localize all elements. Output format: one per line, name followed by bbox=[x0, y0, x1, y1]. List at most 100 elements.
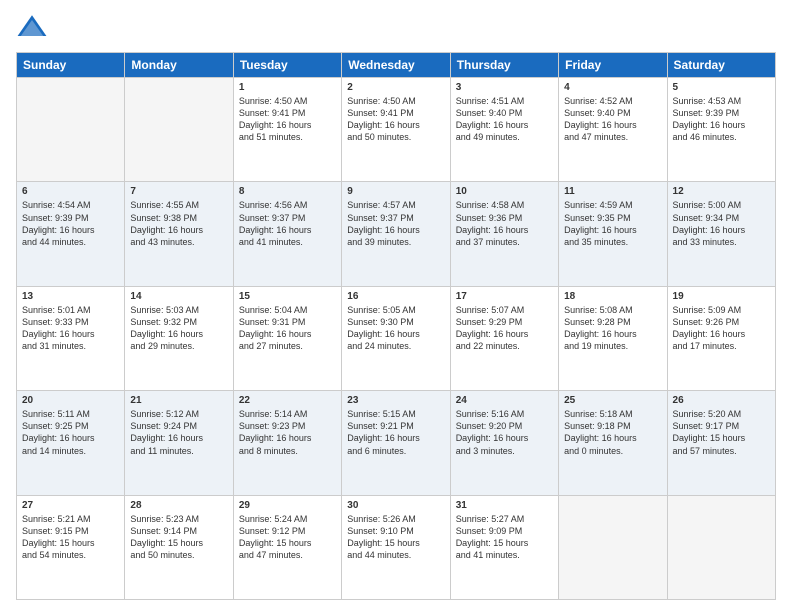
day-info: Sunrise: 5:21 AM Sunset: 9:15 PM Dayligh… bbox=[22, 514, 95, 560]
calendar-cell: 19 Sunrise: 5:09 AM Sunset: 9:26 PM Dayli… bbox=[667, 286, 775, 390]
calendar-week-row: 20 Sunrise: 5:11 AM Sunset: 9:25 PM Dayli… bbox=[17, 391, 776, 495]
calendar-cell: 1 Sunrise: 4:50 AM Sunset: 9:41 PM Daylig… bbox=[233, 78, 341, 182]
calendar-body: 1 Sunrise: 4:50 AM Sunset: 9:41 PM Daylig… bbox=[17, 78, 776, 600]
calendar-cell: 26Sunrise: 5:20 AM Sunset: 9:17 PM Dayli… bbox=[667, 391, 775, 495]
day-info: Sunrise: 5:16 AM Sunset: 9:20 PM Dayligh… bbox=[456, 409, 529, 455]
calendar-week-row: 27 Sunrise: 5:21 AM Sunset: 9:15 PM Dayli… bbox=[17, 495, 776, 599]
day-info: Sunrise: 4:50 AM Sunset: 9:41 PM Dayligh… bbox=[239, 96, 312, 142]
day-number: 20 bbox=[22, 395, 119, 406]
day-info: Sunrise: 5:05 AM Sunset: 9:30 PM Dayligh… bbox=[347, 305, 420, 351]
day-number: 28 bbox=[130, 500, 227, 511]
day-number: 11 bbox=[564, 186, 661, 197]
calendar-cell: 22Sunrise: 5:14 AM Sunset: 9:23 PM Dayli… bbox=[233, 391, 341, 495]
day-number: 3 bbox=[456, 82, 553, 93]
day-info: Sunrise: 5:24 AM Sunset: 9:12 PM Dayligh… bbox=[239, 514, 312, 560]
calendar-cell: 23Sunrise: 5:15 AM Sunset: 9:21 PM Dayli… bbox=[342, 391, 450, 495]
day-info: Sunrise: 5:08 AM Sunset: 9:28 PM Dayligh… bbox=[564, 305, 637, 351]
calendar: SundayMondayTuesdayWednesdayThursdayFrid… bbox=[16, 52, 776, 600]
calendar-cell: 9 Sunrise: 4:57 AM Sunset: 9:37 PM Daylig… bbox=[342, 182, 450, 286]
day-number: 1 bbox=[239, 82, 336, 93]
weekday-header: Saturday bbox=[667, 53, 775, 78]
logo-area bbox=[16, 12, 54, 44]
day-info: Sunrise: 5:01 AM Sunset: 9:33 PM Dayligh… bbox=[22, 305, 95, 351]
day-info: Sunrise: 4:56 AM Sunset: 9:37 PM Dayligh… bbox=[239, 200, 312, 246]
day-info: Sunrise: 5:00 AM Sunset: 9:34 PM Dayligh… bbox=[673, 200, 746, 246]
day-number: 31 bbox=[456, 500, 553, 511]
day-info: Sunrise: 4:59 AM Sunset: 9:35 PM Dayligh… bbox=[564, 200, 637, 246]
page: SundayMondayTuesdayWednesdayThursdayFrid… bbox=[0, 0, 792, 612]
calendar-cell bbox=[125, 78, 233, 182]
calendar-cell: 20 Sunrise: 5:11 AM Sunset: 9:25 PM Dayli… bbox=[17, 391, 125, 495]
day-number: 13 bbox=[22, 291, 119, 302]
day-info: Sunrise: 5:03 AM Sunset: 9:32 PM Dayligh… bbox=[130, 305, 203, 351]
weekday-header: Thursday bbox=[450, 53, 558, 78]
weekday-header: Sunday bbox=[17, 53, 125, 78]
calendar-cell: 18 Sunrise: 5:08 AM Sunset: 9:28 PM Dayli… bbox=[559, 286, 667, 390]
calendar-cell: 25 Sunrise: 5:18 AM Sunset: 9:18 PM Dayli… bbox=[559, 391, 667, 495]
day-info: Sunrise: 5:04 AM Sunset: 9:31 PM Dayligh… bbox=[239, 305, 312, 351]
day-number: 21 bbox=[130, 395, 227, 406]
day-number: 4 bbox=[564, 82, 661, 93]
day-number: 15 bbox=[239, 291, 336, 302]
day-info: Sunrise: 4:51 AM Sunset: 9:40 PM Dayligh… bbox=[456, 96, 529, 142]
calendar-week-row: 6 Sunrise: 4:54 AM Sunset: 9:39 PM Daylig… bbox=[17, 182, 776, 286]
calendar-cell: 27 Sunrise: 5:21 AM Sunset: 9:15 PM Dayli… bbox=[17, 495, 125, 599]
day-info: Sunrise: 4:55 AM Sunset: 9:38 PM Dayligh… bbox=[130, 200, 203, 246]
day-info: Sunrise: 5:23 AM Sunset: 9:14 PM Dayligh… bbox=[130, 514, 203, 560]
day-info: Sunrise: 4:52 AM Sunset: 9:40 PM Dayligh… bbox=[564, 96, 637, 142]
day-info: Sunrise: 4:54 AM Sunset: 9:39 PM Dayligh… bbox=[22, 200, 95, 246]
day-number: 14 bbox=[130, 291, 227, 302]
day-number: 30 bbox=[347, 500, 444, 511]
day-number: 2 bbox=[347, 82, 444, 93]
calendar-cell bbox=[17, 78, 125, 182]
weekday-header: Monday bbox=[125, 53, 233, 78]
calendar-cell: 30 Sunrise: 5:26 AM Sunset: 9:10 PM Dayli… bbox=[342, 495, 450, 599]
day-number: 19 bbox=[673, 291, 770, 302]
calendar-cell: 11 Sunrise: 4:59 AM Sunset: 9:35 PM Dayli… bbox=[559, 182, 667, 286]
day-number: 8 bbox=[239, 186, 336, 197]
day-number: 18 bbox=[564, 291, 661, 302]
calendar-cell: 4 Sunrise: 4:52 AM Sunset: 9:40 PM Daylig… bbox=[559, 78, 667, 182]
calendar-cell: 12 Sunrise: 5:00 AM Sunset: 9:34 PM Dayli… bbox=[667, 182, 775, 286]
day-info: Sunrise: 5:11 AM Sunset: 9:25 PM Dayligh… bbox=[22, 409, 95, 455]
day-number: 10 bbox=[456, 186, 553, 197]
top-section bbox=[16, 12, 776, 44]
day-number: 12 bbox=[673, 186, 770, 197]
calendar-cell: 24 Sunrise: 5:16 AM Sunset: 9:20 PM Dayli… bbox=[450, 391, 558, 495]
calendar-cell: 14 Sunrise: 5:03 AM Sunset: 9:32 PM Dayli… bbox=[125, 286, 233, 390]
calendar-cell bbox=[667, 495, 775, 599]
calendar-cell: 10Sunrise: 4:58 AM Sunset: 9:36 PM Dayli… bbox=[450, 182, 558, 286]
day-info: Sunrise: 5:14 AM Sunset: 9:23 PM Dayligh… bbox=[239, 409, 312, 455]
day-info: Sunrise: 4:57 AM Sunset: 9:37 PM Dayligh… bbox=[347, 200, 420, 246]
day-info: Sunrise: 5:18 AM Sunset: 9:18 PM Dayligh… bbox=[564, 409, 637, 455]
day-info: Sunrise: 5:27 AM Sunset: 9:09 PM Dayligh… bbox=[456, 514, 529, 560]
calendar-header-row: SundayMondayTuesdayWednesdayThursdayFrid… bbox=[17, 53, 776, 78]
calendar-cell: 13 Sunrise: 5:01 AM Sunset: 9:33 PM Dayli… bbox=[17, 286, 125, 390]
calendar-cell: 3 Sunrise: 4:51 AM Sunset: 9:40 PM Daylig… bbox=[450, 78, 558, 182]
day-number: 25 bbox=[564, 395, 661, 406]
calendar-cell: 17Sunrise: 5:07 AM Sunset: 9:29 PM Dayli… bbox=[450, 286, 558, 390]
calendar-cell: 15 Sunrise: 5:04 AM Sunset: 9:31 PM Dayli… bbox=[233, 286, 341, 390]
day-info: Sunrise: 4:50 AM Sunset: 9:41 PM Dayligh… bbox=[347, 96, 420, 142]
day-info: Sunrise: 5:26 AM Sunset: 9:10 PM Dayligh… bbox=[347, 514, 420, 560]
calendar-cell: 29 Sunrise: 5:24 AM Sunset: 9:12 PM Dayli… bbox=[233, 495, 341, 599]
day-number: 27 bbox=[22, 500, 119, 511]
day-info: Sunrise: 5:09 AM Sunset: 9:26 PM Dayligh… bbox=[673, 305, 746, 351]
calendar-cell: 28 Sunrise: 5:23 AM Sunset: 9:14 PM Dayli… bbox=[125, 495, 233, 599]
day-number: 6 bbox=[22, 186, 119, 197]
weekday-header: Friday bbox=[559, 53, 667, 78]
logo-icon bbox=[16, 12, 48, 44]
day-number: 9 bbox=[347, 186, 444, 197]
calendar-cell: 5Sunrise: 4:53 AM Sunset: 9:39 PM Daylig… bbox=[667, 78, 775, 182]
calendar-cell: 8 Sunrise: 4:56 AM Sunset: 9:37 PM Daylig… bbox=[233, 182, 341, 286]
calendar-cell: 21Sunrise: 5:12 AM Sunset: 9:24 PM Dayli… bbox=[125, 391, 233, 495]
day-number: 26 bbox=[673, 395, 770, 406]
day-number: 7 bbox=[130, 186, 227, 197]
calendar-cell: 31 Sunrise: 5:27 AM Sunset: 9:09 PM Dayli… bbox=[450, 495, 558, 599]
day-number: 17 bbox=[456, 291, 553, 302]
day-number: 5 bbox=[673, 82, 770, 93]
day-number: 24 bbox=[456, 395, 553, 406]
calendar-cell bbox=[559, 495, 667, 599]
day-number: 29 bbox=[239, 500, 336, 511]
day-number: 16 bbox=[347, 291, 444, 302]
